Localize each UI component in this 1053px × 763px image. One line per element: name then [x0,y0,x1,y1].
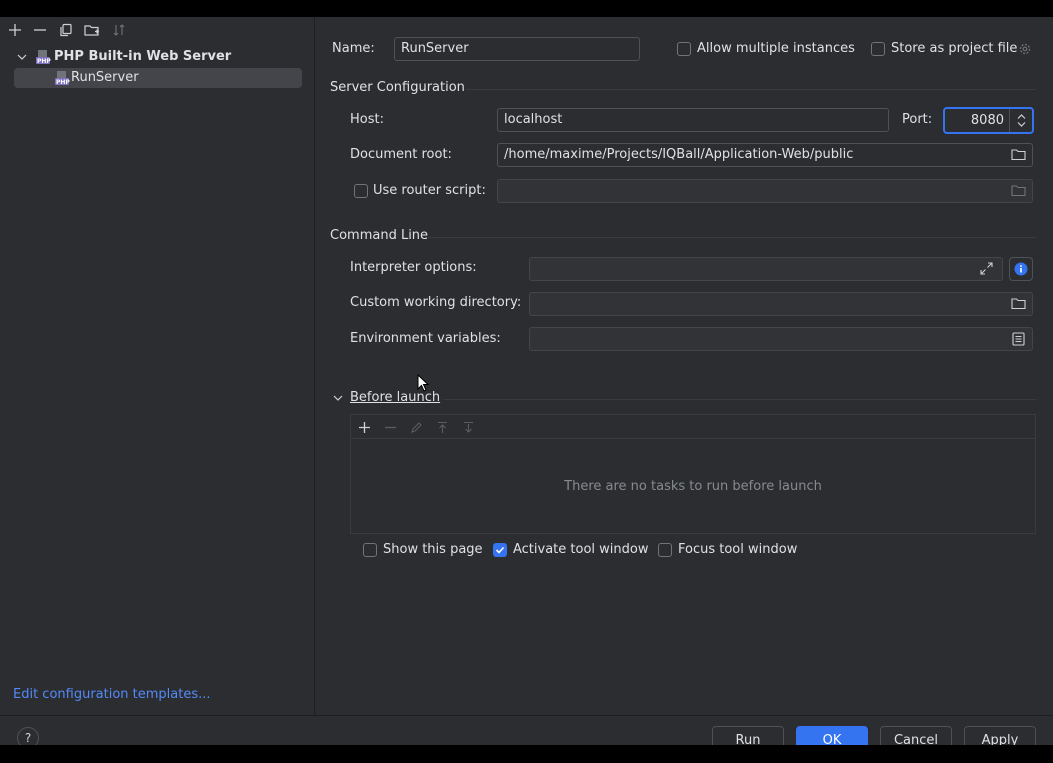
ok-button[interactable]: OK [796,726,868,745]
tree-item-label[interactable]: RunServer [71,70,139,85]
run-button[interactable]: Run [712,726,784,745]
settings-gear-icon[interactable] [1018,42,1032,56]
edit-task-icon[interactable] [406,417,426,437]
info-button[interactable] [1009,257,1033,281]
before-launch-toolbar [351,415,1035,439]
help-button[interactable]: ? [17,727,39,745]
edit-templates-link[interactable]: Edit configuration templates... [13,687,211,702]
browse-folder-icon[interactable] [1011,148,1026,161]
svg-text:PHP: PHP [56,79,70,86]
section-divider [466,89,1036,90]
custom-working-directory-label: Custom working directory: [350,295,522,310]
cancel-button[interactable]: Cancel [880,726,952,745]
allow-multiple-checkbox[interactable] [677,42,691,56]
router-label: Use router script: [373,183,486,198]
port-spinner[interactable]: 8080 [943,107,1034,134]
remove-task-icon[interactable] [380,417,400,437]
activate-tool-checkbox[interactable] [493,543,507,557]
php-config-icon: PHP [54,70,70,86]
info-icon [1014,262,1028,276]
focus-tool-checkbox[interactable] [658,543,672,557]
show-page-label: Show this page [383,542,483,557]
docroot-label: Document root: [350,147,452,162]
before-launch-title[interactable]: Before launch [350,390,440,405]
port-label: Port: [902,112,933,127]
sort-icon[interactable] [109,20,129,40]
section-divider [428,237,1036,238]
host-label: Host: [350,112,384,127]
interpreter-options-label: Interpreter options: [350,260,477,275]
collapse-chevron-icon[interactable] [332,392,344,404]
focus-tool-label: Focus tool window [678,542,798,557]
move-down-icon[interactable] [458,417,478,437]
allow-multiple-label: Allow multiple instances [697,41,855,56]
svg-text:PHP: PHP [37,58,51,65]
host-input[interactable]: localhost [497,108,889,132]
remove-icon[interactable] [30,20,50,40]
move-up-icon[interactable] [432,417,452,437]
browse-folder-icon[interactable] [1011,184,1026,197]
store-project-checkbox[interactable] [871,42,885,56]
section-divider [444,399,1036,400]
php-server-icon: PHP [35,49,51,65]
copy-icon[interactable] [56,20,76,40]
mouse-cursor-icon [417,374,429,392]
checkmark-icon [495,546,505,554]
new-folder-icon[interactable] [82,20,102,40]
environment-variables-label: Environment variables: [350,331,501,346]
name-input[interactable]: RunServer [394,37,640,61]
docroot-input[interactable]: /home/maxime/Projects/IQBall/Application… [497,143,1033,167]
add-task-icon[interactable] [354,417,374,437]
configuration-form: Name: RunServer Allow multiple instances… [316,17,1053,715]
before-launch-panel: There are no tasks to run before launch [350,414,1036,534]
dialog-button-bar: ? Run OK Cancel Apply [0,715,1053,745]
working-directory-input[interactable] [529,292,1033,316]
add-icon[interactable] [5,20,25,40]
router-script-input[interactable] [497,179,1033,203]
tree-root-label[interactable]: PHP Built-in Web Server [54,49,231,64]
use-router-checkbox[interactable] [354,184,368,198]
expand-icon[interactable] [979,261,994,276]
run-configurations-dialog: PHP PHP Built-in Web Server PHP RunServe… [0,17,1053,745]
no-tasks-message: There are no tasks to run before launch [351,440,1035,533]
command-line-title: Command Line [330,228,429,243]
store-project-label: Store as project file [891,41,1018,56]
interpreter-options-input[interactable] [529,257,1003,281]
port-value[interactable]: 8080 [971,113,1004,128]
name-label: Name: [332,41,375,56]
expand-chevron-icon[interactable] [16,51,28,63]
apply-button[interactable]: Apply [964,726,1036,745]
edit-list-icon[interactable] [1012,332,1025,346]
server-config-title: Server Configuration [330,80,465,95]
configurations-tree-panel: PHP PHP Built-in Web Server PHP RunServe… [0,17,315,715]
activate-tool-label: Activate tool window [513,542,649,557]
port-stepper[interactable] [1009,109,1032,132]
browse-folder-icon[interactable] [1011,297,1026,310]
environment-variables-input[interactable] [529,327,1033,351]
show-page-checkbox[interactable] [363,543,377,557]
